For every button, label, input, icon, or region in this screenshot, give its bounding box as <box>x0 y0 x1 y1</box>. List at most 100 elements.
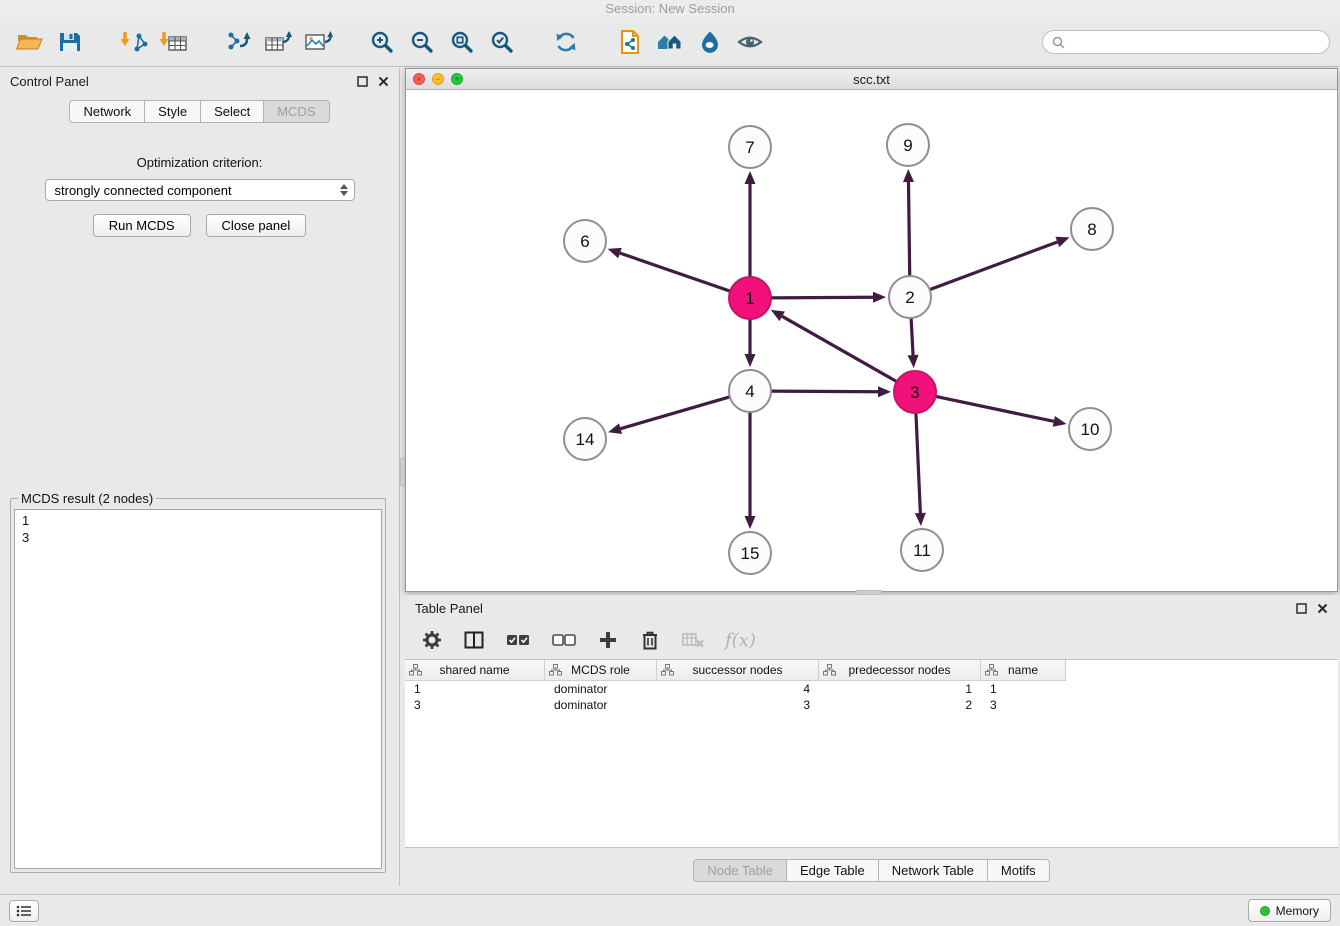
zoom-out-button[interactable] <box>402 22 442 62</box>
refresh-view-button[interactable] <box>546 22 586 62</box>
graph-node-1[interactable]: 1 <box>729 277 771 319</box>
network-window-titlebar[interactable]: scc.txt × − + <box>406 69 1337 90</box>
import-network-button[interactable] <box>114 22 154 62</box>
column-sort-icon <box>409 664 422 676</box>
svg-text:6: 6 <box>580 232 589 251</box>
svg-text:9: 9 <box>903 136 912 155</box>
close-table-panel-icon[interactable] <box>1317 603 1328 614</box>
close-panel-icon[interactable] <box>378 76 389 87</box>
graph-node-10[interactable]: 10 <box>1069 408 1111 450</box>
graph-edge-3-10[interactable] <box>935 396 1067 427</box>
function-builder-button: f(x) <box>725 630 756 651</box>
graph-edge-3-11[interactable] <box>915 412 926 526</box>
graph-edge-2-3[interactable] <box>908 317 919 368</box>
column-header-mcds-role[interactable]: MCDS role <box>545 660 657 680</box>
tab-mcds[interactable]: MCDS <box>264 100 329 123</box>
graph-edge-2-8[interactable] <box>929 237 1070 290</box>
graph-node-3[interactable]: 3 <box>894 371 936 413</box>
tab-motifs[interactable]: Motifs <box>988 859 1050 882</box>
zoom-selected-button[interactable] <box>482 22 522 62</box>
delete-column-button[interactable] <box>639 629 661 651</box>
window-minimize-button[interactable]: − <box>432 73 444 85</box>
tab-select[interactable]: Select <box>201 100 264 123</box>
fx-icon: f(x) <box>725 630 756 651</box>
vertical-splitter-handle[interactable] <box>400 458 405 486</box>
table-row[interactable]: 3dominator323 <box>405 697 1338 713</box>
tab-network[interactable]: Network <box>69 100 145 123</box>
column-header-successor-nodes[interactable]: successor nodes <box>657 660 819 680</box>
tab-style[interactable]: Style <box>145 100 201 123</box>
graph-edge-4-14[interactable] <box>608 397 731 434</box>
graph-edge-2-9[interactable] <box>903 169 914 277</box>
tab-network-table[interactable]: Network Table <box>879 859 988 882</box>
table-row[interactable]: 1dominator411 <box>405 681 1338 697</box>
task-history-button[interactable] <box>9 900 39 922</box>
graph-edge-4-3[interactable] <box>770 386 891 397</box>
window-maximize-button[interactable]: + <box>451 73 463 85</box>
column-header-shared-name[interactable]: shared name <box>405 660 545 680</box>
mcds-result-list[interactable]: 13 <box>14 509 382 869</box>
export-image-button[interactable] <box>298 22 338 62</box>
search-box[interactable] <box>1042 30 1330 54</box>
graph-node-11[interactable]: 11 <box>901 529 943 571</box>
graph-edge-4-15[interactable] <box>745 411 756 529</box>
zoom-in-button[interactable] <box>362 22 402 62</box>
graph-edge-1-7[interactable] <box>745 171 756 278</box>
graph-edge-3-1[interactable] <box>771 310 898 382</box>
unselect-all-columns-button[interactable] <box>551 629 577 651</box>
delete-table-button <box>681 629 705 651</box>
graph-edge-1-6[interactable] <box>608 248 731 292</box>
session-details-button[interactable] <box>610 22 650 62</box>
graph-node-14[interactable]: 14 <box>564 418 606 460</box>
float-table-panel-icon[interactable] <box>1296 603 1307 614</box>
show-graphics-details-button[interactable] <box>730 22 770 62</box>
graph-edge-1-2[interactable] <box>770 292 886 303</box>
svg-text:8: 8 <box>1087 220 1096 239</box>
close-panel-button[interactable]: Close panel <box>206 214 307 237</box>
criterion-dropdown[interactable]: strongly connected component <box>45 179 355 201</box>
graph-node-8[interactable]: 8 <box>1071 208 1113 250</box>
home-view-button[interactable] <box>650 22 690 62</box>
dropdown-stepper-icon <box>340 184 348 196</box>
graph-node-4[interactable]: 4 <box>729 370 771 412</box>
search-input[interactable] <box>1071 34 1320 51</box>
save-session-button[interactable] <box>50 22 90 62</box>
graph-edge-1-4[interactable] <box>745 318 756 367</box>
column-header-name[interactable]: name <box>981 660 1066 680</box>
tab-edge-table[interactable]: Edge Table <box>787 859 879 882</box>
window-close-button[interactable]: × <box>413 73 425 85</box>
zoom-fit-icon <box>448 28 476 56</box>
table-settings-button[interactable] <box>421 629 443 651</box>
open-session-button[interactable] <box>10 22 50 62</box>
column-header-predecessor-nodes[interactable]: predecessor nodes <box>819 660 981 680</box>
graph-node-7[interactable]: 7 <box>729 126 771 168</box>
network-canvas[interactable]: 7 9 6 8 1 2 4 3 14 10 15 11 <box>406 90 1337 591</box>
zoom-fit-button[interactable] <box>442 22 482 62</box>
graph-node-6[interactable]: 6 <box>564 220 606 262</box>
export-network-button[interactable] <box>218 22 258 62</box>
show-columns-button[interactable] <box>463 629 485 651</box>
graph-node-15[interactable]: 15 <box>729 532 771 574</box>
mcds-result-title: MCDS result (2 nodes) <box>18 491 156 506</box>
style-paint-button[interactable] <box>690 22 730 62</box>
column-sort-icon <box>823 664 836 676</box>
graph-node-9[interactable]: 9 <box>887 124 929 166</box>
float-panel-icon[interactable] <box>357 76 368 87</box>
export-table-button[interactable] <box>258 22 298 62</box>
column-header-label: successor nodes <box>692 663 782 677</box>
graph-node-2[interactable]: 2 <box>889 276 931 318</box>
svg-text:15: 15 <box>741 544 760 563</box>
save-icon <box>57 29 83 55</box>
select-all-columns-button[interactable] <box>505 629 531 651</box>
mcds-panel: Optimization criterion: strongly connect… <box>0 155 399 237</box>
eye-icon <box>735 29 765 55</box>
import-table-button[interactable] <box>154 22 194 62</box>
table-panel-title: Table Panel <box>415 601 483 616</box>
create-column-button[interactable] <box>597 629 619 651</box>
control-panel: Control Panel NetworkStyleSelectMCDS Opt… <box>0 68 400 886</box>
tab-node-table[interactable]: Node Table <box>693 859 787 882</box>
run-mcds-button[interactable]: Run MCDS <box>93 214 191 237</box>
memory-button[interactable]: Memory <box>1248 899 1331 922</box>
mcds-result-line: 1 <box>22 512 374 529</box>
cell-name: 1 <box>981 682 1066 696</box>
